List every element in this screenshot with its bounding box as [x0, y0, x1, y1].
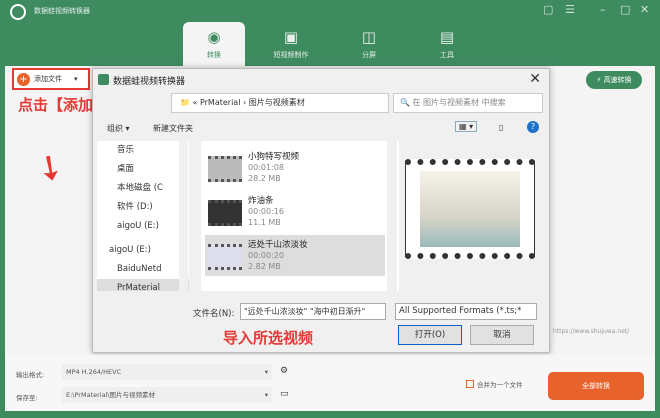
address-bar[interactable]: 📁 « PrMaterial › 图片与视频素材: [171, 93, 389, 113]
search-input[interactable]: 🔍 在 图片与视频素材 中搜索: [393, 93, 543, 113]
file-item[interactable]: 远处千山浓淡妆 00:00:20 2.82 MB: [205, 235, 385, 276]
navigation-pane: 音乐 桌面 本地磁盘 (C 软件 (D:) aigoU (E:) aigoU (…: [97, 141, 189, 291]
convert-all-button[interactable]: 全部转换: [548, 372, 644, 400]
add-file-label: 添加文件: [34, 75, 62, 83]
nav-item[interactable]: 音乐: [97, 141, 189, 160]
app-logo: [10, 4, 26, 20]
merge-checkbox[interactable]: 合并为一个文件: [466, 379, 523, 389]
preview-image: [420, 171, 520, 247]
file-size: 2.82 MB: [248, 262, 281, 271]
preview-pane-icon[interactable]: ▯: [499, 123, 503, 132]
open-file-dialog: 数据蛙视频转换器 ✕ 📁 « PrMaterial › 图片与视频素材 🔍 在 …: [92, 68, 550, 353]
split-screen-icon: ◫: [361, 28, 377, 46]
nav-item[interactable]: aigoU (E:): [97, 241, 189, 260]
watermark-url: https://www.shujuwa.net/: [553, 328, 630, 335]
checkbox-box[interactable]: [466, 380, 474, 388]
settings-icon[interactable]: ⚙: [280, 366, 288, 376]
nav-item[interactable]: aigoU (E:): [97, 217, 189, 236]
nav-item[interactable]: 本地磁盘 (C: [97, 179, 189, 198]
tab-short-video[interactable]: ▣ 短视频制作: [260, 22, 322, 66]
file-name: 小狗特写视频: [248, 152, 300, 162]
folder-icon[interactable]: ▭: [280, 389, 289, 399]
search-placeholder: 在 图片与视频素材 中搜索: [412, 98, 506, 107]
dialog-close-button[interactable]: ✕: [529, 71, 541, 87]
maximize-button[interactable]: □: [620, 3, 630, 16]
save-to-label: 保存至:: [16, 394, 38, 402]
view-options-icon[interactable]: ▦ ▾: [455, 121, 478, 132]
dialog-title: 数据蛙视频转换器: [113, 77, 186, 87]
file-size: 11.1 MB: [248, 218, 281, 227]
open-button[interactable]: 打开(O): [398, 325, 462, 345]
help-icon[interactable]: ?: [527, 121, 539, 133]
file-list: 小狗特写视频 00:01:08 28.2 MB 炸油条 00:00:16 11.1 MB…: [201, 141, 399, 291]
tab-split-screen[interactable]: ◫ 分屏: [338, 22, 400, 66]
tab-label: 短视频制作: [273, 51, 309, 59]
output-format-label: 输出格式:: [16, 371, 45, 379]
file-duration: 00:00:16: [248, 207, 284, 216]
video-thumbnail: [208, 244, 242, 270]
nav-item[interactable]: 桌面: [97, 160, 189, 179]
save-path-value: E:\PrMaterial\图片与视频素材: [66, 391, 156, 399]
tab-label: 分屏: [362, 51, 376, 59]
video-thumbnail: [208, 200, 242, 226]
merge-label: 合并为一个文件: [477, 381, 523, 389]
file-name: 炸油条: [248, 196, 274, 206]
dropdown-icon: ▾: [264, 368, 268, 376]
save-path-select[interactable]: E:\PrMaterial\图片与视频素材 ▾: [62, 387, 272, 403]
import-hint: 导入所选视频: [223, 329, 314, 347]
file-type-select[interactable]: All Supported Formats (*.ts;*: [395, 303, 537, 320]
filename-input[interactable]: "远处千山浓淡妆" "海中初日渐升": [240, 303, 386, 320]
tab-convert[interactable]: ◉ 转换: [183, 22, 245, 66]
video-thumbnail: [208, 156, 242, 182]
filename-label: 文件名(N):: [193, 309, 235, 319]
breadcrumb-item[interactable]: PrMaterial: [200, 98, 240, 107]
file-item[interactable]: 小狗特写视频 00:01:08 28.2 MB: [205, 147, 385, 188]
minimize-button[interactable]: –: [600, 3, 606, 16]
output-format-select[interactable]: MP4 H.264/HEVC ▾: [62, 364, 272, 380]
nav-item[interactable]: 软件 (D:): [97, 198, 189, 217]
video-preview: [405, 159, 535, 259]
tv-icon: ▣: [283, 28, 299, 46]
nav-scrollbar[interactable]: [179, 141, 188, 291]
organize-menu[interactable]: 组织 ▾: [107, 123, 130, 134]
app-title: 数据蛙视频转换器: [34, 7, 90, 15]
file-name: 远处千山浓淡妆: [248, 240, 308, 250]
dropdown-icon[interactable]: ▾: [74, 75, 78, 83]
output-format-value: MP4 H.264/HEVC: [66, 368, 122, 376]
menu-icon[interactable]: ☰: [565, 3, 575, 16]
plus-icon: +: [17, 72, 30, 86]
cancel-button[interactable]: 取消: [470, 325, 534, 345]
fast-convert-label: 高速转换: [603, 76, 632, 84]
file-item[interactable]: 炸油条 00:00:16 11.1 MB: [205, 191, 385, 232]
nav-item[interactable]: BaiduNetd: [97, 260, 189, 279]
tab-label: 转换: [207, 51, 221, 59]
convert-icon: ◉: [207, 28, 221, 46]
file-size: 28.2 MB: [248, 174, 281, 183]
dropdown-icon: ▾: [264, 391, 268, 399]
toolbox-icon: ▤: [439, 28, 455, 46]
close-button[interactable]: ✕: [640, 3, 649, 16]
tab-label: 工具: [440, 51, 454, 59]
file-list-scrollbar[interactable]: [387, 141, 397, 291]
tab-tools[interactable]: ▤ 工具: [416, 22, 478, 66]
breadcrumb-item[interactable]: 图片与视频素材: [249, 98, 305, 107]
new-folder-button[interactable]: 新建文件夹: [153, 123, 193, 134]
feedback-icon[interactable]: ▢: [543, 3, 553, 16]
app-icon: [98, 74, 109, 85]
fast-convert-button[interactable]: ⚡ 高速转换: [586, 71, 642, 89]
nav-item[interactable]: PrMaterial: [97, 279, 189, 291]
add-file-button[interactable]: + 添加文件 ▾: [12, 68, 90, 90]
file-duration: 00:00:20: [248, 251, 284, 260]
file-duration: 00:01:08: [248, 163, 284, 172]
